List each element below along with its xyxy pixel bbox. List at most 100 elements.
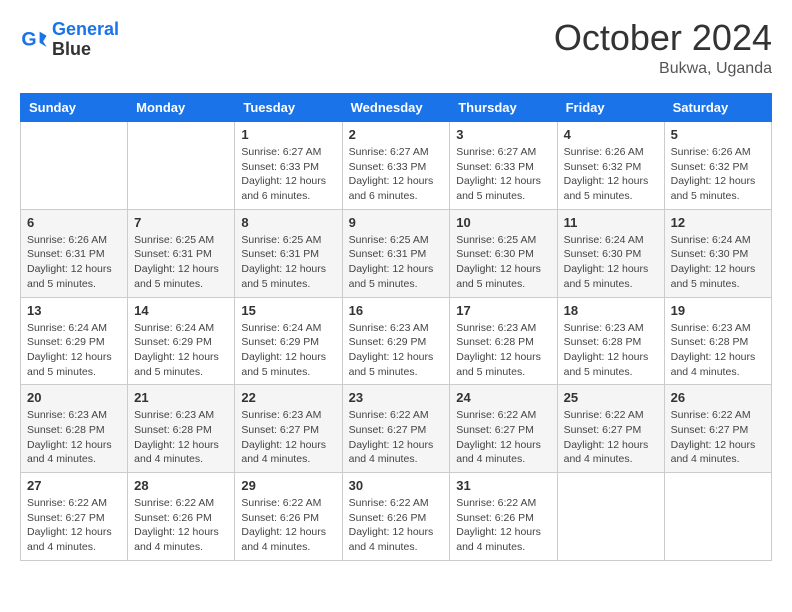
day-info: Sunrise: 6:26 AMSunset: 6:32 PMDaylight:… <box>564 145 658 204</box>
calendar-cell: 12 Sunrise: 6:24 AMSunset: 6:30 PMDayligh… <box>664 209 771 297</box>
day-info: Sunrise: 6:22 AMSunset: 6:26 PMDaylight:… <box>134 496 228 555</box>
day-info: Sunrise: 6:26 AMSunset: 6:31 PMDaylight:… <box>27 233 121 292</box>
day-number: 1 <box>241 127 335 142</box>
day-number: 15 <box>241 303 335 318</box>
calendar-cell: 28 Sunrise: 6:22 AMSunset: 6:26 PMDayligh… <box>128 473 235 561</box>
day-info: Sunrise: 6:24 AMSunset: 6:29 PMDaylight:… <box>134 321 228 380</box>
day-info: Sunrise: 6:22 AMSunset: 6:26 PMDaylight:… <box>456 496 550 555</box>
calendar-cell: 18Sunrise: 6:23 AMSunset: 6:28 PMDayligh… <box>557 297 664 385</box>
day-number: 3 <box>456 127 550 142</box>
weekday-header-sunday: Sunday <box>21 94 128 122</box>
calendar-cell <box>664 473 771 561</box>
day-number: 23 <box>349 390 444 405</box>
day-number: 29 <box>241 478 335 493</box>
day-info: Sunrise: 6:27 AMSunset: 6:33 PMDaylight:… <box>349 145 444 204</box>
day-number: 20 <box>27 390 121 405</box>
day-number: 11 <box>564 215 658 230</box>
day-info: Sunrise: 6:24 AMSunset: 6:29 PMDaylight:… <box>27 321 121 380</box>
calendar-cell: 26 Sunrise: 6:22 AMSunset: 6:27 PMDayligh… <box>664 385 771 473</box>
day-info: Sunrise: 6:24 AMSunset: 6:30 PMDaylight:… <box>564 233 658 292</box>
month-title: October 2024 <box>554 20 772 56</box>
day-info: Sunrise: 6:24 AMSunset: 6:30 PMDaylight:… <box>671 233 765 292</box>
logo-icon: G <box>20 26 48 54</box>
calendar-cell: 31Sunrise: 6:22 AMSunset: 6:26 PMDayligh… <box>450 473 557 561</box>
day-info: Sunrise: 6:22 AMSunset: 6:27 PMDaylight:… <box>27 496 121 555</box>
calendar-cell: 15 Sunrise: 6:24 AMSunset: 6:29 PMDayligh… <box>235 297 342 385</box>
logo-text: General Blue <box>52 20 119 60</box>
weekday-header-monday: Monday <box>128 94 235 122</box>
calendar-table: SundayMondayTuesdayWednesdayThursdayFrid… <box>20 93 772 561</box>
day-number: 24 <box>456 390 550 405</box>
calendar-cell: 27 Sunrise: 6:22 AMSunset: 6:27 PMDayligh… <box>21 473 128 561</box>
calendar-cell: 1 Sunrise: 6:27 AMSunset: 6:33 PMDaylight… <box>235 122 342 210</box>
day-info: Sunrise: 6:23 AMSunset: 6:27 PMDaylight:… <box>241 408 335 467</box>
day-info: Sunrise: 6:23 AMSunset: 6:28 PMDaylight:… <box>134 408 228 467</box>
calendar-cell: 25Sunrise: 6:22 AMSunset: 6:27 PMDayligh… <box>557 385 664 473</box>
day-number: 13 <box>27 303 121 318</box>
day-info: Sunrise: 6:22 AMSunset: 6:26 PMDaylight:… <box>349 496 444 555</box>
svg-text:G: G <box>21 28 36 50</box>
calendar-cell: 22 Sunrise: 6:23 AMSunset: 6:27 PMDayligh… <box>235 385 342 473</box>
day-number: 9 <box>349 215 444 230</box>
day-number: 27 <box>27 478 121 493</box>
day-number: 2 <box>349 127 444 142</box>
logo: G General Blue <box>20 20 119 60</box>
day-number: 28 <box>134 478 228 493</box>
day-info: Sunrise: 6:25 AMSunset: 6:31 PMDaylight:… <box>134 233 228 292</box>
day-number: 7 <box>134 215 228 230</box>
day-number: 4 <box>564 127 658 142</box>
day-info: Sunrise: 6:22 AMSunset: 6:27 PMDaylight:… <box>564 408 658 467</box>
calendar-week-3: 13 Sunrise: 6:24 AMSunset: 6:29 PMDayligh… <box>21 297 772 385</box>
day-number: 5 <box>671 127 765 142</box>
day-info: Sunrise: 6:22 AMSunset: 6:27 PMDaylight:… <box>671 408 765 467</box>
calendar-cell: 16 Sunrise: 6:23 AMSunset: 6:29 PMDayligh… <box>342 297 450 385</box>
calendar-cell: 20 Sunrise: 6:23 AMSunset: 6:28 PMDayligh… <box>21 385 128 473</box>
day-info: Sunrise: 6:25 AMSunset: 6:31 PMDaylight:… <box>349 233 444 292</box>
calendar-cell: 24Sunrise: 6:22 AMSunset: 6:27 PMDayligh… <box>450 385 557 473</box>
calendar-week-5: 27 Sunrise: 6:22 AMSunset: 6:27 PMDayligh… <box>21 473 772 561</box>
day-info: Sunrise: 6:23 AMSunset: 6:28 PMDaylight:… <box>671 321 765 380</box>
day-number: 19 <box>671 303 765 318</box>
calendar-cell: 6 Sunrise: 6:26 AMSunset: 6:31 PMDaylight… <box>21 209 128 297</box>
calendar-cell: 17 Sunrise: 6:23 AMSunset: 6:28 PMDayligh… <box>450 297 557 385</box>
calendar-cell: 4 Sunrise: 6:26 AMSunset: 6:32 PMDaylight… <box>557 122 664 210</box>
day-info: Sunrise: 6:22 AMSunset: 6:26 PMDaylight:… <box>241 496 335 555</box>
calendar-cell: 5 Sunrise: 6:26 AMSunset: 6:32 PMDaylight… <box>664 122 771 210</box>
calendar-header: SundayMondayTuesdayWednesdayThursdayFrid… <box>21 94 772 122</box>
calendar-cell: 11 Sunrise: 6:24 AMSunset: 6:30 PMDayligh… <box>557 209 664 297</box>
calendar-cell: 21Sunrise: 6:23 AMSunset: 6:28 PMDayligh… <box>128 385 235 473</box>
calendar-cell: 10Sunrise: 6:25 AMSunset: 6:30 PMDayligh… <box>450 209 557 297</box>
calendar-cell: 30 Sunrise: 6:22 AMSunset: 6:26 PMDayligh… <box>342 473 450 561</box>
calendar-week-4: 20 Sunrise: 6:23 AMSunset: 6:28 PMDayligh… <box>21 385 772 473</box>
calendar-cell <box>557 473 664 561</box>
day-info: Sunrise: 6:23 AMSunset: 6:29 PMDaylight:… <box>349 321 444 380</box>
weekday-header-saturday: Saturday <box>664 94 771 122</box>
location: Bukwa, Uganda <box>554 60 772 78</box>
weekday-header-tuesday: Tuesday <box>235 94 342 122</box>
day-info: Sunrise: 6:25 AMSunset: 6:31 PMDaylight:… <box>241 233 335 292</box>
day-number: 17 <box>456 303 550 318</box>
day-number: 8 <box>241 215 335 230</box>
day-number: 26 <box>671 390 765 405</box>
calendar-cell: 14Sunrise: 6:24 AMSunset: 6:29 PMDayligh… <box>128 297 235 385</box>
calendar-cell <box>128 122 235 210</box>
calendar-week-2: 6 Sunrise: 6:26 AMSunset: 6:31 PMDaylight… <box>21 209 772 297</box>
day-info: Sunrise: 6:25 AMSunset: 6:30 PMDaylight:… <box>456 233 550 292</box>
calendar-cell: 7 Sunrise: 6:25 AMSunset: 6:31 PMDaylight… <box>128 209 235 297</box>
calendar-cell: 29 Sunrise: 6:22 AMSunset: 6:26 PMDayligh… <box>235 473 342 561</box>
day-info: Sunrise: 6:23 AMSunset: 6:28 PMDaylight:… <box>27 408 121 467</box>
day-info: Sunrise: 6:23 AMSunset: 6:28 PMDaylight:… <box>456 321 550 380</box>
day-info: Sunrise: 6:27 AMSunset: 6:33 PMDaylight:… <box>241 145 335 204</box>
day-number: 12 <box>671 215 765 230</box>
day-number: 22 <box>241 390 335 405</box>
day-number: 6 <box>27 215 121 230</box>
day-info: Sunrise: 6:26 AMSunset: 6:32 PMDaylight:… <box>671 145 765 204</box>
day-number: 30 <box>349 478 444 493</box>
calendar-cell <box>21 122 128 210</box>
day-info: Sunrise: 6:23 AMSunset: 6:28 PMDaylight:… <box>564 321 658 380</box>
calendar-cell: 2 Sunrise: 6:27 AMSunset: 6:33 PMDaylight… <box>342 122 450 210</box>
weekday-header-thursday: Thursday <box>450 94 557 122</box>
calendar-cell: 19 Sunrise: 6:23 AMSunset: 6:28 PMDayligh… <box>664 297 771 385</box>
day-number: 16 <box>349 303 444 318</box>
day-info: Sunrise: 6:24 AMSunset: 6:29 PMDaylight:… <box>241 321 335 380</box>
